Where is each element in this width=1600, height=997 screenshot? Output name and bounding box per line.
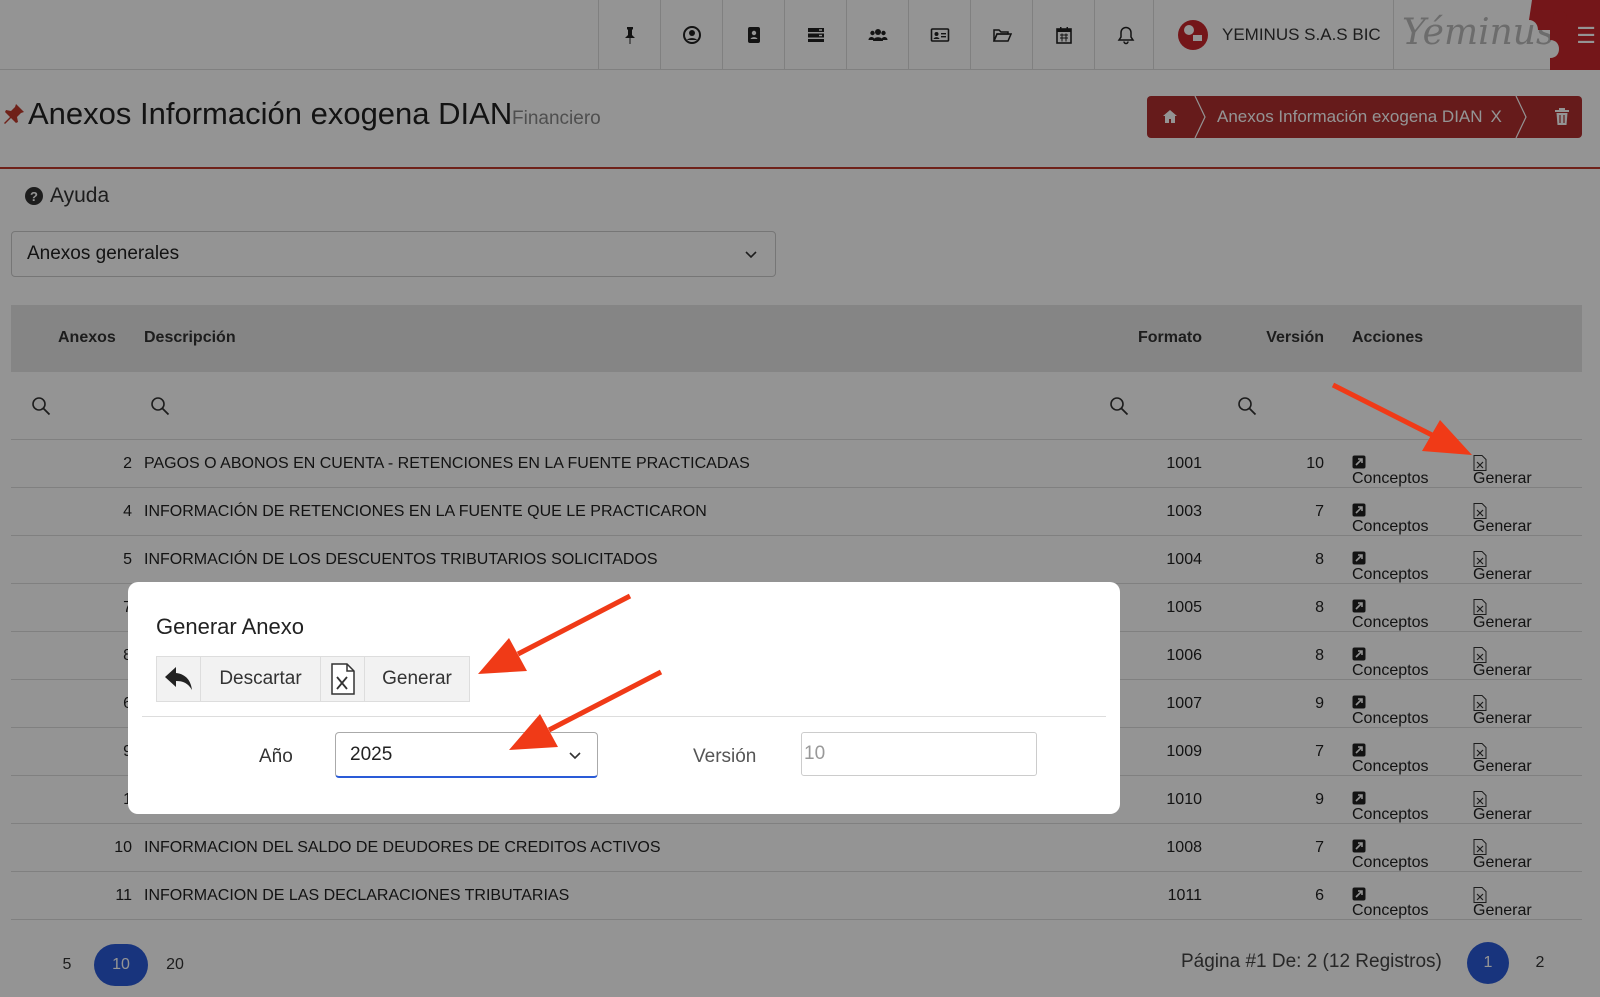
generar-anexo-modal: Generar Anexo Descartar Generar Año 2025… — [128, 582, 1120, 814]
discard-button[interactable]: Descartar — [201, 657, 321, 701]
reply-icon — [164, 667, 192, 690]
year-label: Año — [259, 746, 293, 767]
modal-toolbar: Descartar Generar — [156, 656, 470, 702]
back-button[interactable] — [157, 657, 201, 701]
year-value: 2025 — [350, 743, 393, 765]
chevron-down-icon — [569, 752, 581, 760]
generate-button[interactable]: Generar — [365, 657, 469, 701]
version-input[interactable] — [801, 732, 1037, 776]
modal-divider — [142, 716, 1106, 717]
excel-button[interactable] — [321, 657, 365, 701]
modal-backdrop[interactable] — [0, 0, 1600, 997]
version-label: Versión — [693, 746, 757, 767]
modal-title: Generar Anexo — [156, 614, 304, 639]
excel-file-icon — [330, 663, 355, 695]
year-select[interactable]: 2025 — [335, 732, 598, 778]
